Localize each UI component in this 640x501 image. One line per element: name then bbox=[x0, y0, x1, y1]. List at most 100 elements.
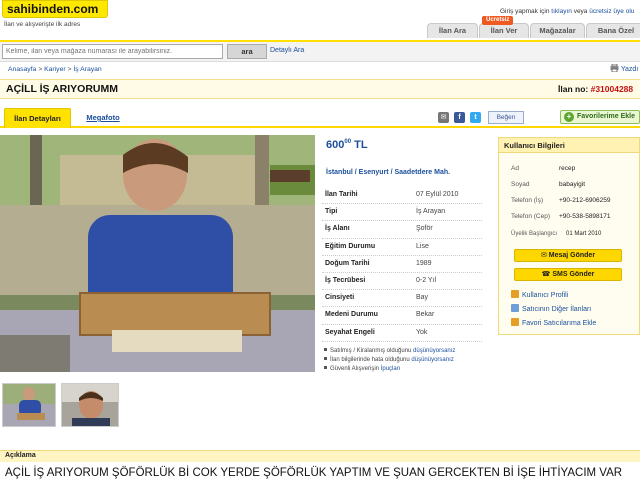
add-favorite-label: Favorilerime Ekle bbox=[577, 113, 635, 120]
nav-tab-search[interactable]: İlan Ara bbox=[427, 23, 478, 38]
email-share-icon[interactable]: ✉ bbox=[438, 112, 449, 123]
printer-icon bbox=[610, 63, 619, 73]
add-favorite-button[interactable]: + Favorilerime Ekle bbox=[560, 110, 640, 124]
listing-number-value: #31004288 bbox=[590, 84, 634, 94]
nav-tab-post-label: İlan Ver bbox=[490, 26, 518, 35]
breadcrumb: Anasayfa > Kariyer > İş Arayan bbox=[8, 66, 102, 73]
send-message-label: Mesaj Gönder bbox=[548, 252, 596, 259]
login-link[interactable]: tıklayın bbox=[551, 8, 572, 15]
listing-title-bar: AÇİLL İŞ ARIYORUMM İlan no: #31004288 bbox=[0, 79, 640, 99]
other-listings-label: Satıcının Diğer İlanları bbox=[522, 306, 592, 313]
breadcrumb-sep: > bbox=[36, 66, 45, 73]
detail-row: İş Tecrübesi 0-2 Yıl bbox=[322, 273, 482, 291]
user-field-label: Üyelik Başlangıcı bbox=[511, 231, 558, 237]
twitter-icon[interactable]: t bbox=[470, 112, 481, 123]
price-decimal: 00 bbox=[344, 139, 352, 145]
send-message-button[interactable]: ✉ Mesaj Gönder bbox=[514, 249, 622, 262]
detail-row: İş Alanı Şoför bbox=[322, 221, 482, 239]
detail-label: İlan Tarihi bbox=[325, 191, 358, 198]
detail-row: İlan Tarihi 07 Eylül 2010 bbox=[322, 187, 482, 205]
detail-value: 07 Eylül 2010 bbox=[416, 191, 459, 198]
list-icon bbox=[511, 304, 519, 312]
site-logo[interactable]: sahibinden.com bbox=[2, 0, 108, 18]
thumbnail-1-image bbox=[3, 384, 55, 426]
detailed-search-link[interactable]: Detaylı Ara bbox=[270, 47, 304, 54]
thumbnail-2-image bbox=[62, 384, 118, 426]
price-amount: 600 bbox=[326, 139, 345, 151]
note-text: Satılmış / Kiralanmış olduğunu bbox=[330, 348, 414, 354]
detail-row: Doğum Tarihi 1989 bbox=[322, 256, 482, 273]
bullet-icon bbox=[324, 348, 327, 351]
print-label: Yazdı bbox=[620, 66, 639, 73]
detail-row: Eğitim Durumu Lise bbox=[322, 239, 482, 256]
listing-price: 60000 TL bbox=[326, 139, 368, 151]
user-profile-link[interactable]: Kullanıcı Profili bbox=[511, 290, 568, 299]
report-error-link[interactable]: düşünüyorsanız bbox=[411, 357, 453, 363]
detail-label: Medeni Durumu bbox=[325, 311, 378, 319]
listing-number-label: İlan no: bbox=[558, 84, 591, 94]
envelope-icon: ✉ bbox=[540, 252, 549, 259]
sold-report-note: Satılmış / Kiralanmış olduğunu düşünüyor… bbox=[324, 348, 455, 354]
user-work-phone: Telefon (İş) +90-212-6906259 bbox=[511, 197, 611, 204]
user-first-name: Ad recep bbox=[511, 165, 575, 172]
favorite-seller-link[interactable]: Favori Satıcılarıma Ekle bbox=[511, 318, 596, 327]
search-button[interactable]: ara bbox=[227, 44, 267, 59]
send-sms-button[interactable]: ☎ SMS Gönder bbox=[514, 268, 622, 281]
tab-megafoto[interactable]: Megafoto bbox=[78, 108, 128, 128]
listing-location[interactable]: İstanbul / Esenyurt / Saadetdere Mah. bbox=[326, 169, 450, 176]
thumbnail-2[interactable] bbox=[61, 383, 119, 427]
free-badge: Ücretsiz bbox=[482, 16, 514, 25]
user-field-value: +90-538-5898171 bbox=[559, 213, 611, 220]
detail-value: İş Arayan bbox=[416, 208, 446, 216]
user-info-heading: Kullanıcı Bilgileri bbox=[499, 138, 639, 153]
note-text: Güvenli Alışverişin bbox=[330, 366, 381, 372]
bullet-icon bbox=[324, 357, 327, 360]
user-icon bbox=[511, 290, 519, 298]
like-button[interactable]: Beğen bbox=[488, 111, 524, 124]
detail-label: Tipi bbox=[325, 208, 338, 216]
detail-label: İş Alanı bbox=[325, 225, 350, 233]
detail-value: Bekar bbox=[416, 311, 435, 319]
safe-shopping-tips-link[interactable]: İpuçları bbox=[381, 366, 401, 372]
detail-value: Bay bbox=[416, 294, 429, 302]
login-prompt: Giriş yapmak için tıklayın veya ücretsiz… bbox=[500, 8, 634, 15]
thumbnail-1[interactable] bbox=[2, 383, 56, 427]
breadcrumb-home[interactable]: Anasayfa bbox=[8, 66, 36, 73]
other-listings-link[interactable]: Satıcının Diğer İlanları bbox=[511, 304, 591, 313]
listing-details-table: İlan Tarihi 07 Eylül 2010 Tipi İş Arayan İ… bbox=[322, 187, 482, 342]
detail-row: Tipi İş Arayan bbox=[322, 204, 482, 222]
site-header: sahibinden.com İlan ve alışverişte ilk a… bbox=[0, 0, 640, 40]
detail-label: Cinsiyeti bbox=[325, 294, 355, 302]
nav-tab-stores[interactable]: Mağazalar bbox=[530, 23, 585, 38]
print-link[interactable]: Yazdı bbox=[610, 63, 639, 73]
nav-tab-personal[interactable]: Bana Özel bbox=[586, 23, 640, 38]
user-field-value: +90-212-6906259 bbox=[559, 197, 611, 204]
detail-label: İş Tecrübesi bbox=[325, 276, 366, 284]
plus-icon: + bbox=[564, 112, 574, 122]
detail-label: Doğum Tarihi bbox=[325, 259, 370, 267]
user-member-since: Üyelik Başlangıcı 01 Mart 2010 bbox=[511, 231, 601, 237]
register-link[interactable]: ücretsiz üye olu bbox=[589, 8, 634, 15]
description-text: AÇİL İŞ ARIYORUM ŞÖFÖRLÜK Bİ COK YERDE Ş… bbox=[5, 467, 623, 479]
search-bar: ara Detaylı Ara bbox=[0, 40, 640, 62]
breadcrumb-career[interactable]: Kariyer bbox=[44, 66, 66, 73]
site-tagline: İlan ve alışverişte ilk adres bbox=[4, 21, 81, 28]
detail-row: Seyahat Engeli Yok bbox=[322, 325, 482, 342]
send-sms-label: SMS Gönder bbox=[552, 271, 595, 278]
main-photo[interactable] bbox=[0, 135, 315, 372]
user-field-value: babayigit bbox=[559, 181, 586, 188]
price-currency: TL bbox=[354, 139, 368, 151]
phone-icon: ☎ bbox=[541, 271, 553, 278]
user-field-label: Telefon (Cep) bbox=[511, 213, 551, 220]
report-sold-link[interactable]: düşünüyorsanız bbox=[413, 348, 455, 354]
detail-row: Medeni Durumu Bekar bbox=[322, 307, 482, 325]
breadcrumb-job-seeker[interactable]: İş Arayan bbox=[73, 66, 101, 73]
main-photo-image bbox=[0, 135, 315, 372]
nav-tab-post[interactable]: İlan Ver bbox=[479, 23, 529, 38]
facebook-icon[interactable]: f bbox=[454, 112, 465, 123]
listing-tabs: İlan Detayları Megafoto ✉ f t Beğen + Fa… bbox=[0, 108, 640, 128]
description-heading: Açıklama bbox=[0, 450, 640, 462]
tab-listing-details[interactable]: İlan Detayları bbox=[4, 108, 71, 128]
bullet-icon bbox=[324, 366, 327, 369]
search-input[interactable] bbox=[2, 44, 223, 59]
